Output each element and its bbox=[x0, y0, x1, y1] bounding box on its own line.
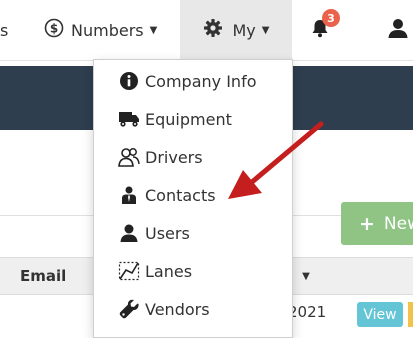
menu-item-label: Company Info bbox=[145, 71, 257, 91]
menu-item-lanes[interactable]: Lanes bbox=[94, 252, 292, 290]
menu-item-equipment[interactable]: Equipment bbox=[94, 100, 292, 138]
lanes-icon bbox=[118, 260, 140, 282]
my-dropdown-menu: Company Info Equipment Drivers Contacts … bbox=[93, 59, 293, 338]
column-header-email[interactable]: Email bbox=[20, 258, 66, 294]
truck-icon bbox=[118, 108, 140, 130]
new-button-label: New bbox=[383, 213, 413, 234]
menu-item-users[interactable]: Users bbox=[94, 214, 292, 252]
nav-my-label: My bbox=[232, 20, 256, 40]
svg-text:$: $ bbox=[50, 22, 58, 36]
menu-item-contacts[interactable]: Contacts bbox=[94, 176, 292, 214]
menu-item-label: Contacts bbox=[145, 185, 216, 205]
nav-numbers-menu[interactable]: $ Numbers ▼ bbox=[44, 0, 157, 60]
menu-item-company-info[interactable]: Company Info bbox=[94, 62, 292, 100]
menu-item-drivers[interactable]: Drivers bbox=[94, 138, 292, 176]
menu-item-label: Lanes bbox=[145, 261, 193, 281]
sort-down-icon: ▼ bbox=[302, 270, 310, 282]
user-menu-button[interactable] bbox=[383, 0, 413, 60]
wrench-icon bbox=[118, 298, 140, 320]
contact-icon bbox=[118, 184, 140, 206]
menu-item-vendors[interactable]: Vendors bbox=[94, 290, 292, 328]
new-button[interactable]: + New bbox=[341, 202, 413, 245]
menu-item-label: Equipment bbox=[145, 109, 232, 129]
menu-item-label: Drivers bbox=[145, 147, 203, 167]
edit-button[interactable] bbox=[408, 302, 413, 327]
email-header-label: Email bbox=[20, 267, 67, 285]
notification-badge: 3 bbox=[322, 9, 340, 27]
gear-icon bbox=[203, 18, 223, 42]
drivers-icon bbox=[118, 146, 140, 168]
table-row-date: 2021 bbox=[288, 303, 327, 321]
nav-numbers-label: Numbers bbox=[71, 20, 144, 40]
nav-my-menu[interactable]: My ▼ bbox=[180, 0, 292, 60]
nav-truncated-label: s bbox=[0, 20, 9, 40]
dollar-icon: $ bbox=[44, 18, 64, 42]
top-navbar: s $ Numbers ▼ My ▼ 3 bbox=[0, 0, 413, 61]
user-icon bbox=[118, 222, 140, 244]
user-icon bbox=[387, 17, 409, 43]
info-circle-icon bbox=[118, 70, 140, 92]
nav-item-truncated[interactable]: s bbox=[0, 0, 8, 60]
chevron-down-icon: ▼ bbox=[149, 24, 158, 36]
menu-item-label: Users bbox=[145, 223, 190, 243]
menu-item-label: Vendors bbox=[145, 299, 210, 319]
plus-icon: + bbox=[359, 212, 375, 235]
chevron-down-icon: ▼ bbox=[261, 24, 270, 36]
view-button[interactable]: View bbox=[357, 302, 403, 327]
